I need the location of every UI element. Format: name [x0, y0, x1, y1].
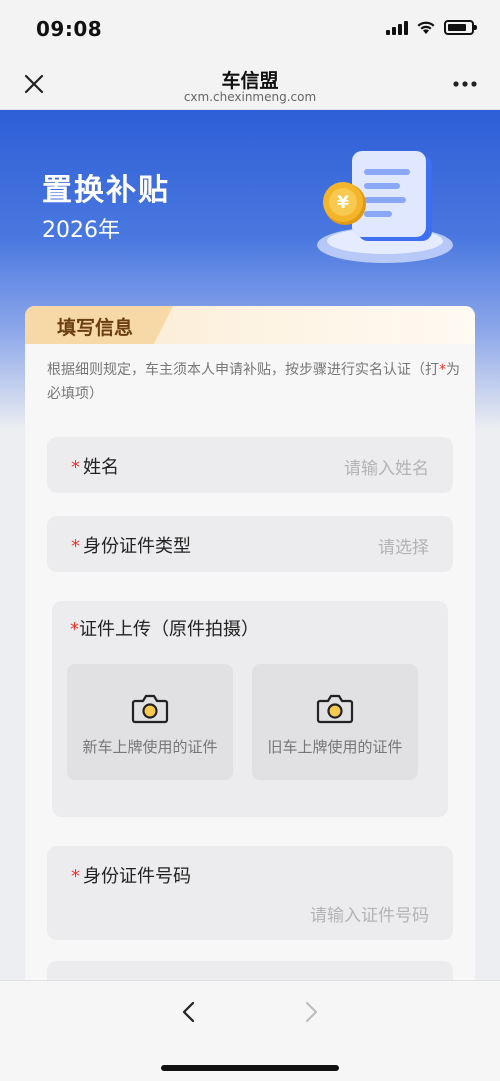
- id-type-label-text: 身份证件类型: [83, 536, 191, 557]
- camera-icon: [316, 694, 354, 724]
- name-field[interactable]: * 姓名 请输入姓名: [47, 437, 453, 493]
- name-input[interactable]: 请输入姓名: [344, 454, 429, 479]
- upload-new-car-document-button[interactable]: 新车上牌使用的证件: [67, 664, 233, 780]
- id-number-field[interactable]: * 身份证件号码 请输入证件号码: [47, 846, 453, 940]
- name-label: * 姓名: [71, 453, 119, 479]
- yen-symbol: ¥: [337, 193, 349, 213]
- id-type-label: * 身份证件类型: [71, 532, 191, 558]
- banner-year: 2026年: [42, 218, 120, 243]
- status-icons: [386, 20, 477, 35]
- card-header: 填写信息: [25, 306, 475, 344]
- required-mark: *: [71, 536, 80, 557]
- camera-icon: [131, 694, 169, 724]
- old-car-document-label: 旧车上牌使用的证件: [267, 738, 403, 756]
- wifi-icon: [417, 21, 435, 34]
- id-number-label-text: 身份证件号码: [83, 866, 191, 887]
- upload-old-car-document-button[interactable]: 旧车上牌使用的证件: [252, 664, 418, 780]
- nav-bar: 车信盟 cxm.chexinmeng.com: [0, 58, 500, 110]
- card-tab-label: 填写信息: [57, 317, 134, 339]
- name-label-text: 姓名: [83, 457, 119, 478]
- page-title: 车信盟: [221, 70, 279, 92]
- required-mark: *: [70, 619, 79, 640]
- description-required-mark: *: [439, 362, 446, 378]
- more-icon[interactable]: [450, 74, 480, 94]
- status-bar: 09:08: [0, 0, 500, 58]
- cellular-signal-icon: [386, 20, 408, 35]
- id-number-label: * 身份证件号码: [71, 862, 191, 888]
- page-url: cxm.chexinmeng.com: [183, 90, 317, 104]
- battery-level: [448, 24, 466, 31]
- document-coin-illustration: ¥: [317, 151, 453, 263]
- upload-label: *证件上传（原件拍摄）: [70, 615, 259, 641]
- id-type-select[interactable]: 请选择: [378, 533, 429, 558]
- new-car-document-label: 新车上牌使用的证件: [82, 738, 218, 756]
- required-mark: *: [71, 457, 80, 478]
- document-upload-section: *证件上传（原件拍摄） 新车上牌使用的证件 旧车上牌使用的证件: [52, 601, 448, 817]
- forward-arrow-icon[interactable]: [298, 999, 324, 1025]
- status-time: 09:08: [36, 17, 103, 41]
- browser-toolbar: [0, 980, 500, 1081]
- battery-icon: [444, 20, 477, 35]
- form-description: 根据细则规定，车主须本人申请补贴，按步骤进行实名认证（打*为必填项）: [47, 358, 462, 406]
- back-arrow-icon[interactable]: [176, 999, 202, 1025]
- home-indicator: [161, 1065, 339, 1071]
- required-mark: *: [71, 866, 80, 887]
- description-prefix: 根据细则规定，车主须本人申请补贴，按步骤进行实名认证（打: [47, 362, 439, 378]
- id-type-field[interactable]: * 身份证件类型 请选择: [47, 516, 453, 572]
- id-number-input[interactable]: 请输入证件号码: [310, 901, 429, 926]
- info-form-card: 填写信息 根据细则规定，车主须本人申请补贴，按步骤进行实名认证（打*为必填项） …: [25, 306, 475, 1006]
- banner-title: 置换补贴: [42, 173, 170, 208]
- upload-label-text: 证件上传（原件拍摄）: [79, 619, 259, 640]
